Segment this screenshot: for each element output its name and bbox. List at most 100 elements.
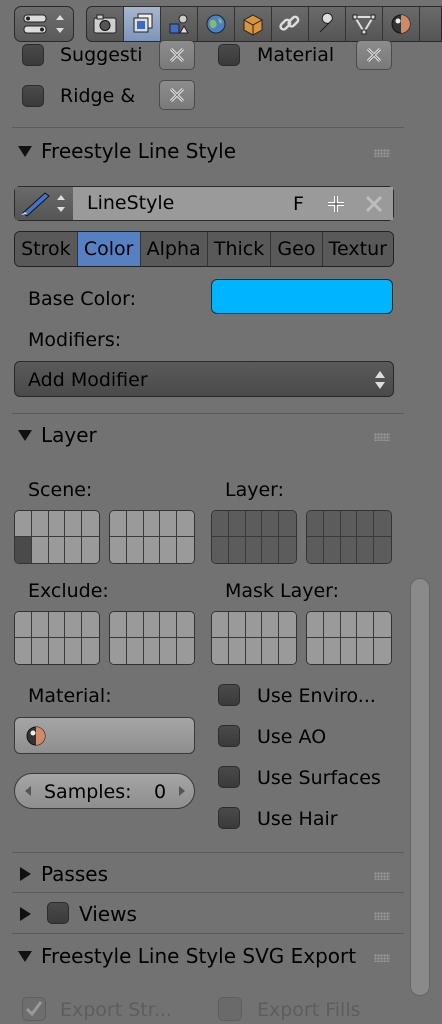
add-modifier-label: Add Modifier <box>28 369 148 391</box>
tab-material[interactable] <box>383 7 420 41</box>
use-surfaces-label: Use Surfaces <box>257 767 381 789</box>
drag-grip-icon[interactable] <box>374 872 390 880</box>
tab-render[interactable] <box>87 7 124 41</box>
use-surfaces-checkbox[interactable] <box>218 766 240 788</box>
use-ao-checkbox[interactable] <box>218 725 240 747</box>
linestyle-browse-button[interactable] <box>15 187 74 220</box>
tab-alpha[interactable]: Alpha <box>140 232 208 266</box>
panel-divider <box>12 127 404 128</box>
base-color-swatch[interactable] <box>211 279 393 314</box>
scene-icon <box>169 14 189 34</box>
wrench-icon <box>319 12 333 33</box>
layer-panel-header[interactable]: Layer <box>14 421 406 451</box>
tab-world[interactable] <box>198 7 235 41</box>
export-fills-checkbox[interactable] <box>218 997 242 1021</box>
tab-texture[interactable]: Textur <box>322 232 393 266</box>
vertical-scrollbar[interactable] <box>410 578 430 996</box>
render-icon <box>93 14 117 34</box>
suggestive-label: Suggesti <box>60 44 143 66</box>
linestyle-name-field[interactable]: LineStyle <box>73 187 281 220</box>
tab-modifiers[interactable] <box>309 7 346 41</box>
suggestive-remove-button[interactable] <box>159 40 195 70</box>
editor-type-icon <box>23 14 64 34</box>
ridge-checkbox[interactable] <box>22 85 44 107</box>
tab-object[interactable] <box>235 7 272 41</box>
expand-triangle-icon <box>20 867 31 881</box>
render-layers-icon <box>133 13 153 33</box>
drag-grip-icon[interactable] <box>374 954 390 962</box>
export-strokes-checkbox[interactable] <box>22 997 46 1021</box>
panel-title: Freestyle Line Style SVG Export <box>41 944 357 968</box>
tab-constraints[interactable] <box>272 7 309 41</box>
render-layers-grid-b[interactable] <box>306 510 392 564</box>
panel-divider <box>12 852 404 853</box>
material-icon <box>391 14 411 34</box>
use-hair-checkbox[interactable] <box>218 807 240 829</box>
freestyle-line-style-header[interactable]: Freestyle Line Style <box>14 137 406 167</box>
ridge-remove-button[interactable] <box>159 80 195 110</box>
vertex-data-icon <box>352 14 376 35</box>
new-linestyle-button[interactable] <box>317 187 355 220</box>
tab-thickness[interactable]: Thick <box>207 232 272 266</box>
exclude-layers-grid-b[interactable] <box>109 611 195 665</box>
add-modifier-dropdown[interactable]: Add Modifier <box>14 361 394 397</box>
views-panel-header[interactable]: Views <box>14 900 406 930</box>
constraints-icon <box>279 15 300 31</box>
svg-export-panel-header[interactable]: Freestyle Line Style SVG Export <box>14 942 406 972</box>
tab-color[interactable]: Color <box>77 232 141 266</box>
use-hair-label: Use Hair <box>257 808 338 830</box>
export-strokes-label: Export Str... <box>60 999 172 1021</box>
linestyle-name: LineStyle <box>87 192 175 214</box>
samples-value: 0 <box>154 781 167 803</box>
views-enable-checkbox[interactable] <box>47 902 69 924</box>
render-layers-label: Layer: <box>225 479 285 501</box>
scene-layers-grid-a[interactable] <box>14 510 100 564</box>
tab-render-layers[interactable] <box>124 7 161 41</box>
panel-title: Freestyle Line Style <box>41 139 237 163</box>
unlink-linestyle-button[interactable] <box>354 187 393 220</box>
drag-grip-icon[interactable] <box>374 433 390 441</box>
tab-data[interactable] <box>346 7 383 41</box>
tab-scene[interactable] <box>161 7 198 41</box>
exclude-label: Exclude: <box>28 580 109 602</box>
exclude-layers-grid-a[interactable] <box>14 611 100 665</box>
drag-grip-icon[interactable] <box>374 912 390 920</box>
passes-panel-header[interactable]: Passes <box>14 860 406 890</box>
material-icon <box>26 726 46 746</box>
drag-grip-icon[interactable] <box>374 149 390 157</box>
render-layers-grid-a[interactable] <box>211 510 297 564</box>
brush-icon <box>21 192 65 217</box>
line-style-tabs: Strok Color Alpha Thick Geo Textur <box>14 231 394 267</box>
increment-arrow-icon[interactable] <box>177 785 187 797</box>
properties-header <box>0 0 442 44</box>
tab-stroke[interactable]: Strok <box>15 232 78 266</box>
panel-title: Passes <box>41 862 108 886</box>
use-environment-checkbox[interactable] <box>218 684 240 706</box>
material-override-field[interactable] <box>14 717 195 754</box>
mask-layer-label: Mask Layer: <box>225 580 340 602</box>
tab-geometry[interactable]: Geo <box>271 232 323 266</box>
material-override-label: Material: <box>28 685 112 707</box>
object-icon <box>243 14 263 36</box>
checkmark-icon <box>25 1001 43 1017</box>
collapse-triangle-icon <box>18 430 32 441</box>
ridge-label: Ridge & <box>60 85 136 107</box>
suggestive-checkbox[interactable] <box>22 44 44 66</box>
context-tabs <box>86 6 442 42</box>
material-boundary-label: Material <box>257 44 335 66</box>
mask-layers-grid-b[interactable] <box>306 611 392 665</box>
collapse-triangle-icon <box>18 146 32 157</box>
scene-layers-grid-b[interactable] <box>109 510 195 564</box>
mask-layers-grid-a[interactable] <box>211 611 297 665</box>
fake-user-button[interactable]: F <box>280 187 318 220</box>
modifiers-label: Modifiers: <box>28 329 122 351</box>
close-icon <box>366 47 382 63</box>
scene-layers-label: Scene: <box>28 479 93 501</box>
material-boundary-checkbox[interactable] <box>218 44 240 66</box>
decrement-arrow-icon[interactable] <box>23 785 33 797</box>
close-icon <box>365 195 382 212</box>
editor-type-button[interactable] <box>14 6 74 42</box>
use-ao-label: Use AO <box>257 726 327 748</box>
samples-field[interactable]: Samples: 0 <box>14 773 195 809</box>
material-remove-button[interactable] <box>356 40 392 70</box>
